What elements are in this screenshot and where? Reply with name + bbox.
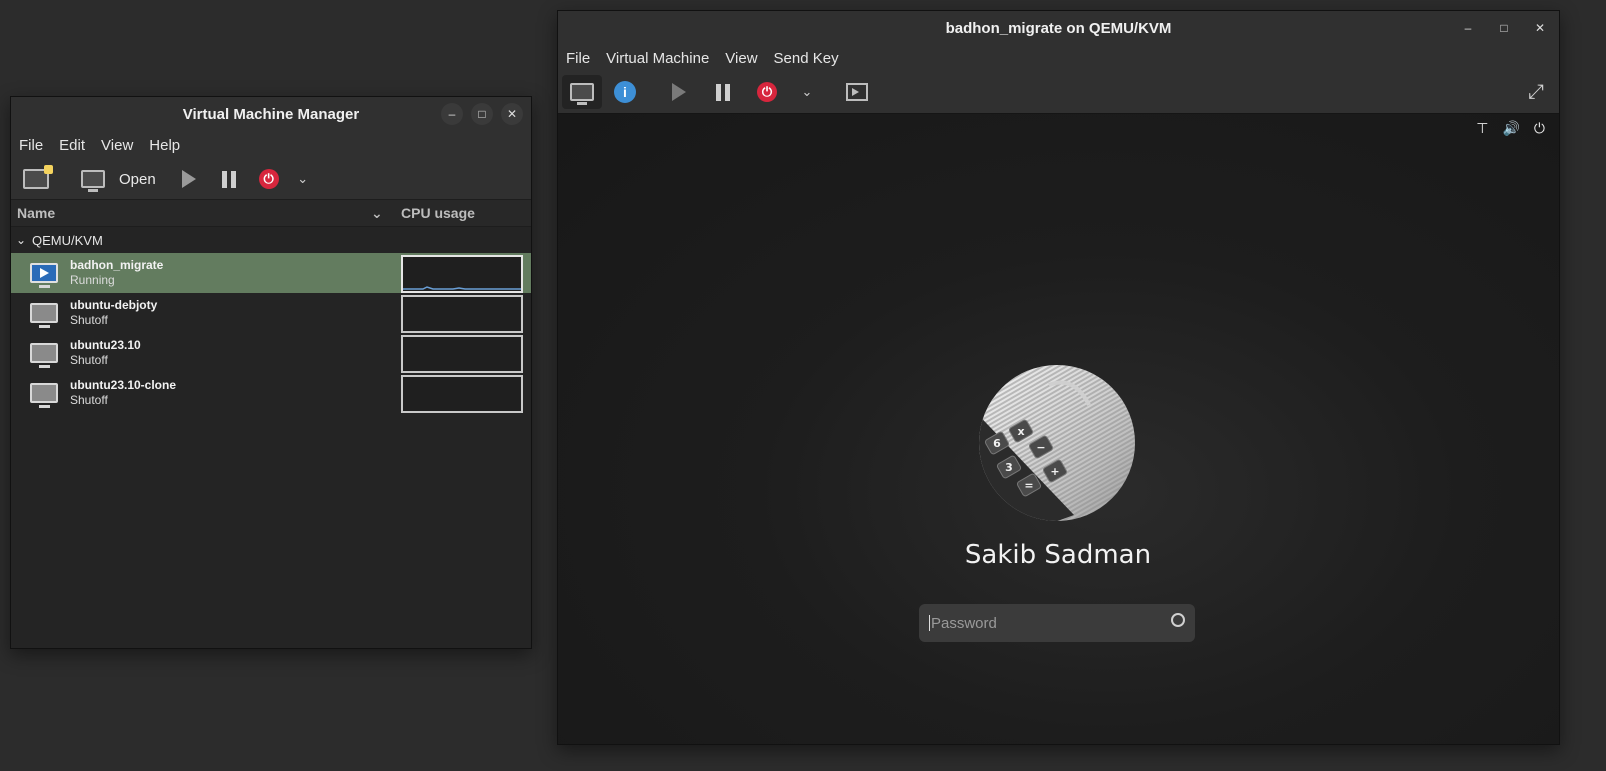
run-button[interactable]: [172, 164, 206, 194]
column-cpu-header[interactable]: CPU usage: [401, 205, 475, 221]
run-button[interactable]: [662, 77, 696, 107]
vm-row-badhon-migrate[interactable]: badhon_migrate Running: [11, 253, 531, 293]
play-icon: [181, 170, 196, 188]
calc-key-label: +: [1050, 465, 1059, 478]
maximize-icon[interactable]: □: [1493, 17, 1515, 39]
close-icon[interactable]: ✕: [1529, 17, 1551, 39]
menu-view[interactable]: View: [717, 50, 765, 67]
vm-state: Shutoff: [70, 393, 108, 407]
snapshots-button[interactable]: [840, 77, 874, 107]
shutdown-button[interactable]: ⏻: [252, 164, 286, 194]
column-name-header[interactable]: Name: [17, 205, 371, 221]
vm-state: Shutoff: [70, 313, 108, 327]
pause-icon: [221, 170, 236, 188]
open-button[interactable]: Open: [75, 164, 162, 194]
vmm-window: Virtual Machine Manager – □ ✕ File Edit …: [10, 96, 532, 649]
password-field[interactable]: Password: [919, 604, 1195, 642]
vm-running-icon: [30, 263, 58, 288]
cpu-usage-graph: [401, 295, 523, 333]
new-vm-icon: [23, 165, 53, 189]
power-icon: ⏻: [757, 82, 777, 102]
calc-key-label: 6: [993, 437, 1001, 450]
text-cursor: [929, 615, 930, 631]
close-icon[interactable]: ✕: [501, 103, 523, 125]
info-icon: i: [614, 81, 636, 103]
vm-name: badhon_migrate: [70, 258, 164, 272]
vm-name: ubuntu23.10-clone: [70, 378, 177, 392]
volume-icon[interactable]: 🔊: [1502, 120, 1519, 137]
sort-chevron-icon[interactable]: ⌄: [371, 205, 395, 222]
console-window-title: badhon_migrate on QEMU/KVM: [945, 19, 1172, 37]
calc-key-label: x: [1017, 425, 1024, 438]
vm-row-ubuntu23-10-clone[interactable]: ubuntu23.10-clone Shutoff: [11, 373, 531, 413]
vm-row-ubuntu-debjoty[interactable]: ubuntu-debjoty Shutoff: [11, 293, 531, 333]
cpu-usage-graph: [401, 255, 523, 293]
menu-send-key[interactable]: Send Key: [766, 50, 847, 67]
vm-shutoff-icon: [30, 383, 58, 408]
cpu-usage-graph: [401, 375, 523, 413]
menu-file[interactable]: File: [558, 50, 598, 67]
show-details-button[interactable]: i: [608, 77, 642, 107]
menu-edit[interactable]: Edit: [51, 137, 93, 154]
menu-view[interactable]: View: [93, 137, 141, 154]
open-button-label: Open: [119, 170, 156, 188]
calc-key-label: 3: [1005, 461, 1013, 474]
shutdown-menu-button[interactable]: ⌄: [790, 77, 824, 107]
play-icon: [672, 83, 686, 101]
menu-virtual-machine[interactable]: Virtual Machine: [598, 50, 717, 67]
vm-shutoff-icon: [30, 343, 58, 368]
maximize-icon[interactable]: □: [471, 103, 493, 125]
snapshots-icon: [846, 83, 868, 101]
console-window: badhon_migrate on QEMU/KVM – □ ✕ File Vi…: [557, 10, 1560, 745]
vmm-menubar: File Edit View Help: [11, 131, 531, 159]
monitor-icon: [81, 170, 105, 192]
guest-display[interactable]: ⊤ 🔊 ⏻ 6 x − 3 + = Sakib Sadman Password: [558, 114, 1559, 744]
vm-name: ubuntu23.10: [70, 338, 141, 352]
chevron-down-icon: ⌄: [297, 171, 309, 186]
calc-key-label: =: [1024, 479, 1033, 492]
console-menubar: File Virtual Machine View Send Key: [558, 45, 1559, 71]
guest-top-bar-indicators: ⊤ 🔊 ⏻: [1476, 120, 1545, 137]
fullscreen-button[interactable]: ⤢: [1519, 77, 1553, 107]
pause-button[interactable]: [212, 164, 246, 194]
console-titlebar[interactable]: badhon_migrate on QEMU/KVM – □ ✕: [558, 11, 1559, 45]
vm-row-ubuntu23-10[interactable]: ubuntu23.10 Shutoff: [11, 333, 531, 373]
vmm-window-title: Virtual Machine Manager: [182, 105, 360, 123]
login-user-name: Sakib Sadman: [964, 540, 1152, 570]
shutdown-menu-button[interactable]: ⌄: [286, 164, 320, 194]
vm-list: badhon_migrate Running ubuntu-debjoty Sh…: [11, 253, 531, 413]
user-avatar: 6 x − 3 + =: [979, 365, 1135, 521]
console-toolbar: i ⏻ ⌄ ⤢: [558, 71, 1559, 114]
pause-button[interactable]: [706, 77, 740, 107]
network-icon[interactable]: ⊤: [1476, 120, 1488, 137]
vm-name: ubuntu-debjoty: [70, 298, 158, 312]
calc-key-label: −: [1036, 441, 1045, 454]
power-menu-icon[interactable]: ⏻: [1534, 120, 1545, 137]
menu-help[interactable]: Help: [141, 137, 188, 154]
minimize-icon[interactable]: –: [1457, 17, 1479, 39]
expander-icon[interactable]: ⌄: [16, 233, 32, 247]
new-vm-button[interactable]: [19, 164, 53, 194]
password-placeholder: Password: [931, 614, 997, 632]
connection-label: QEMU/KVM: [32, 232, 103, 248]
cpu-usage-graph: [401, 335, 523, 373]
vm-list-header: Name ⌄ CPU usage: [11, 200, 531, 227]
minimize-icon[interactable]: –: [441, 103, 463, 125]
vm-state: Shutoff: [70, 353, 108, 367]
chevron-down-icon: ⌄: [801, 84, 813, 99]
vm-state: Running: [70, 273, 115, 287]
shutdown-button[interactable]: ⏻: [750, 77, 784, 107]
fullscreen-icon: ⤢: [1528, 80, 1544, 103]
reveal-password-icon[interactable]: [1171, 613, 1185, 627]
vmm-titlebar[interactable]: Virtual Machine Manager – □ ✕: [11, 97, 531, 131]
pause-icon: [716, 83, 730, 101]
show-console-button[interactable]: [562, 75, 602, 109]
connection-group[interactable]: ⌄ QEMU/KVM: [11, 227, 531, 253]
power-icon: ⏻: [258, 169, 279, 189]
vm-shutoff-icon: [30, 303, 58, 328]
monitor-icon: [570, 83, 594, 105]
menu-file[interactable]: File: [11, 137, 51, 154]
vmm-toolbar: Open ⏻ ⌄: [11, 159, 531, 200]
